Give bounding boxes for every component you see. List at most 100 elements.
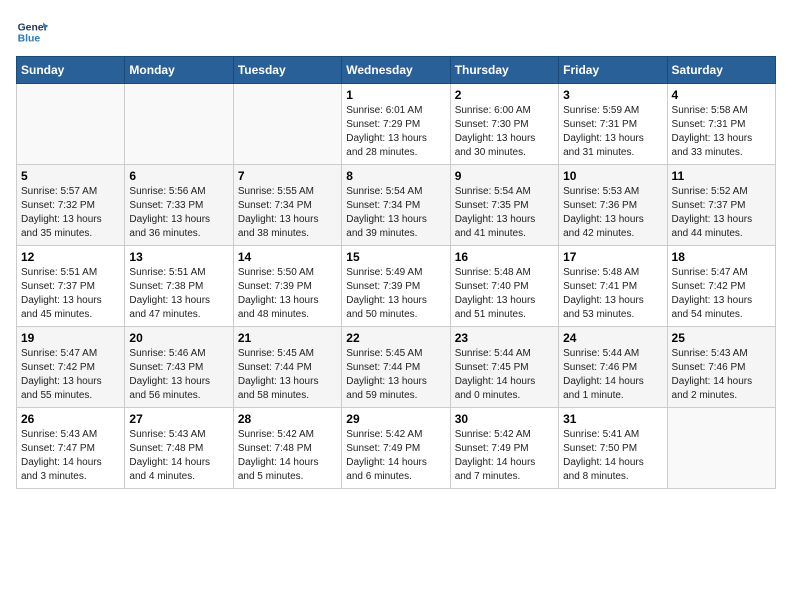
day-number: 27 — [129, 412, 228, 426]
calendar-day-cell: 20 Sunrise: 5:46 AM Sunset: 7:43 PM Dayli… — [125, 327, 233, 408]
day-number: 12 — [21, 250, 120, 264]
calendar-day-cell: 1 Sunrise: 6:01 AM Sunset: 7:29 PM Daylig… — [342, 84, 450, 165]
calendar-day-cell: 16 Sunrise: 5:48 AM Sunset: 7:40 PM Dayli… — [450, 246, 558, 327]
weekday-header-friday: Friday — [559, 57, 667, 84]
calendar-day-cell: 28 Sunrise: 5:42 AM Sunset: 7:48 PM Dayli… — [233, 408, 341, 489]
calendar-day-cell: 31Sunrise: 5:41 AM Sunset: 7:50 PM Dayli… — [559, 408, 667, 489]
day-number: 18 — [672, 250, 771, 264]
day-info: Sunrise: 5:45 AM Sunset: 7:44 PM Dayligh… — [346, 347, 445, 403]
day-info: Sunrise: 5:43 AM Sunset: 7:48 PM Dayligh… — [129, 428, 228, 484]
day-info: Sunrise: 5:44 AM Sunset: 7:46 PM Dayligh… — [563, 347, 662, 403]
calendar-day-cell: 18 Sunrise: 5:47 AM Sunset: 7:42 PM Dayli… — [667, 246, 775, 327]
day-number: 21 — [238, 331, 337, 345]
calendar-day-cell: 6 Sunrise: 5:56 AM Sunset: 7:33 PM Daylig… — [125, 165, 233, 246]
day-number: 8 — [346, 169, 445, 183]
calendar-day-cell: 30Sunrise: 5:42 AM Sunset: 7:49 PM Dayli… — [450, 408, 558, 489]
day-info: Sunrise: 5:46 AM Sunset: 7:43 PM Dayligh… — [129, 347, 228, 403]
day-number: 3 — [563, 88, 662, 102]
weekday-header-row: SundayMondayTuesdayWednesdayThursdayFrid… — [17, 57, 776, 84]
calendar-day-cell: 27 Sunrise: 5:43 AM Sunset: 7:48 PM Dayli… — [125, 408, 233, 489]
svg-text:Blue: Blue — [18, 34, 41, 45]
calendar-day-cell — [667, 408, 775, 489]
day-number: 7 — [238, 169, 337, 183]
day-number: 1 — [346, 88, 445, 102]
weekday-header-sunday: Sunday — [17, 57, 125, 84]
calendar-week-row: 19 Sunrise: 5:47 AM Sunset: 7:42 PM Dayli… — [17, 327, 776, 408]
calendar-day-cell: 4 Sunrise: 5:58 AM Sunset: 7:31 PM Daylig… — [667, 84, 775, 165]
calendar-day-cell — [125, 84, 233, 165]
calendar-day-cell: 10Sunrise: 5:53 AM Sunset: 7:36 PM Dayli… — [559, 165, 667, 246]
day-info: Sunrise: 5:42 AM Sunset: 7:49 PM Dayligh… — [455, 428, 554, 484]
calendar-day-cell — [233, 84, 341, 165]
calendar-week-row: 26 Sunrise: 5:43 AM Sunset: 7:47 PM Dayli… — [17, 408, 776, 489]
day-number: 23 — [455, 331, 554, 345]
calendar-day-cell: 17Sunrise: 5:48 AM Sunset: 7:41 PM Dayli… — [559, 246, 667, 327]
calendar-day-cell: 24 Sunrise: 5:44 AM Sunset: 7:46 PM Dayli… — [559, 327, 667, 408]
weekday-header-saturday: Saturday — [667, 57, 775, 84]
day-number: 28 — [238, 412, 337, 426]
calendar-day-cell: 25 Sunrise: 5:43 AM Sunset: 7:46 PM Dayli… — [667, 327, 775, 408]
calendar-day-cell: 11 Sunrise: 5:52 AM Sunset: 7:37 PM Dayli… — [667, 165, 775, 246]
calendar-day-cell: 9 Sunrise: 5:54 AM Sunset: 7:35 PM Daylig… — [450, 165, 558, 246]
day-number: 17 — [563, 250, 662, 264]
calendar-day-cell: 19 Sunrise: 5:47 AM Sunset: 7:42 PM Dayli… — [17, 327, 125, 408]
day-number: 16 — [455, 250, 554, 264]
day-info: Sunrise: 5:58 AM Sunset: 7:31 PM Dayligh… — [672, 104, 771, 160]
day-number: 25 — [672, 331, 771, 345]
day-info: Sunrise: 5:50 AM Sunset: 7:39 PM Dayligh… — [238, 266, 337, 322]
logo-icon: General Blue — [16, 16, 48, 48]
header: General Blue — [16, 16, 776, 48]
calendar-day-cell: 7Sunrise: 5:55 AM Sunset: 7:34 PM Daylig… — [233, 165, 341, 246]
calendar-week-row: 5 Sunrise: 5:57 AM Sunset: 7:32 PM Daylig… — [17, 165, 776, 246]
day-info: Sunrise: 5:44 AM Sunset: 7:45 PM Dayligh… — [455, 347, 554, 403]
day-number: 11 — [672, 169, 771, 183]
day-number: 6 — [129, 169, 228, 183]
calendar-day-cell: 8 Sunrise: 5:54 AM Sunset: 7:34 PM Daylig… — [342, 165, 450, 246]
day-info: Sunrise: 5:41 AM Sunset: 7:50 PM Dayligh… — [563, 428, 662, 484]
day-number: 4 — [672, 88, 771, 102]
weekday-header-wednesday: Wednesday — [342, 57, 450, 84]
calendar-day-cell: 26 Sunrise: 5:43 AM Sunset: 7:47 PM Dayli… — [17, 408, 125, 489]
day-info: Sunrise: 6:01 AM Sunset: 7:29 PM Dayligh… — [346, 104, 445, 160]
calendar-week-row: 12 Sunrise: 5:51 AM Sunset: 7:37 PM Dayli… — [17, 246, 776, 327]
weekday-header-monday: Monday — [125, 57, 233, 84]
day-info: Sunrise: 5:59 AM Sunset: 7:31 PM Dayligh… — [563, 104, 662, 160]
calendar-day-cell: 5 Sunrise: 5:57 AM Sunset: 7:32 PM Daylig… — [17, 165, 125, 246]
day-number: 19 — [21, 331, 120, 345]
day-info: Sunrise: 5:54 AM Sunset: 7:34 PM Dayligh… — [346, 185, 445, 241]
calendar-day-cell: 12 Sunrise: 5:51 AM Sunset: 7:37 PM Dayli… — [17, 246, 125, 327]
day-info: Sunrise: 5:47 AM Sunset: 7:42 PM Dayligh… — [21, 347, 120, 403]
day-info: Sunrise: 6:00 AM Sunset: 7:30 PM Dayligh… — [455, 104, 554, 160]
calendar-day-cell: 13 Sunrise: 5:51 AM Sunset: 7:38 PM Dayli… — [125, 246, 233, 327]
day-info: Sunrise: 5:51 AM Sunset: 7:37 PM Dayligh… — [21, 266, 120, 322]
day-info: Sunrise: 5:52 AM Sunset: 7:37 PM Dayligh… — [672, 185, 771, 241]
weekday-header-thursday: Thursday — [450, 57, 558, 84]
day-info: Sunrise: 5:49 AM Sunset: 7:39 PM Dayligh… — [346, 266, 445, 322]
day-info: Sunrise: 5:54 AM Sunset: 7:35 PM Dayligh… — [455, 185, 554, 241]
day-info: Sunrise: 5:53 AM Sunset: 7:36 PM Dayligh… — [563, 185, 662, 241]
day-number: 24 — [563, 331, 662, 345]
day-info: Sunrise: 5:56 AM Sunset: 7:33 PM Dayligh… — [129, 185, 228, 241]
day-number: 29 — [346, 412, 445, 426]
logo: General Blue — [16, 16, 48, 48]
day-info: Sunrise: 5:57 AM Sunset: 7:32 PM Dayligh… — [21, 185, 120, 241]
day-number: 5 — [21, 169, 120, 183]
day-info: Sunrise: 5:45 AM Sunset: 7:44 PM Dayligh… — [238, 347, 337, 403]
day-number: 9 — [455, 169, 554, 183]
day-info: Sunrise: 5:51 AM Sunset: 7:38 PM Dayligh… — [129, 266, 228, 322]
day-number: 26 — [21, 412, 120, 426]
day-number: 15 — [346, 250, 445, 264]
day-info: Sunrise: 5:47 AM Sunset: 7:42 PM Dayligh… — [672, 266, 771, 322]
day-info: Sunrise: 5:43 AM Sunset: 7:46 PM Dayligh… — [672, 347, 771, 403]
day-number: 22 — [346, 331, 445, 345]
day-number: 20 — [129, 331, 228, 345]
day-info: Sunrise: 5:43 AM Sunset: 7:47 PM Dayligh… — [21, 428, 120, 484]
calendar-day-cell: 23 Sunrise: 5:44 AM Sunset: 7:45 PM Dayli… — [450, 327, 558, 408]
weekday-header-tuesday: Tuesday — [233, 57, 341, 84]
day-info: Sunrise: 5:42 AM Sunset: 7:49 PM Dayligh… — [346, 428, 445, 484]
calendar-week-row: 1 Sunrise: 6:01 AM Sunset: 7:29 PM Daylig… — [17, 84, 776, 165]
day-info: Sunrise: 5:42 AM Sunset: 7:48 PM Dayligh… — [238, 428, 337, 484]
day-info: Sunrise: 5:48 AM Sunset: 7:40 PM Dayligh… — [455, 266, 554, 322]
day-number: 13 — [129, 250, 228, 264]
calendar-day-cell: 21 Sunrise: 5:45 AM Sunset: 7:44 PM Dayli… — [233, 327, 341, 408]
